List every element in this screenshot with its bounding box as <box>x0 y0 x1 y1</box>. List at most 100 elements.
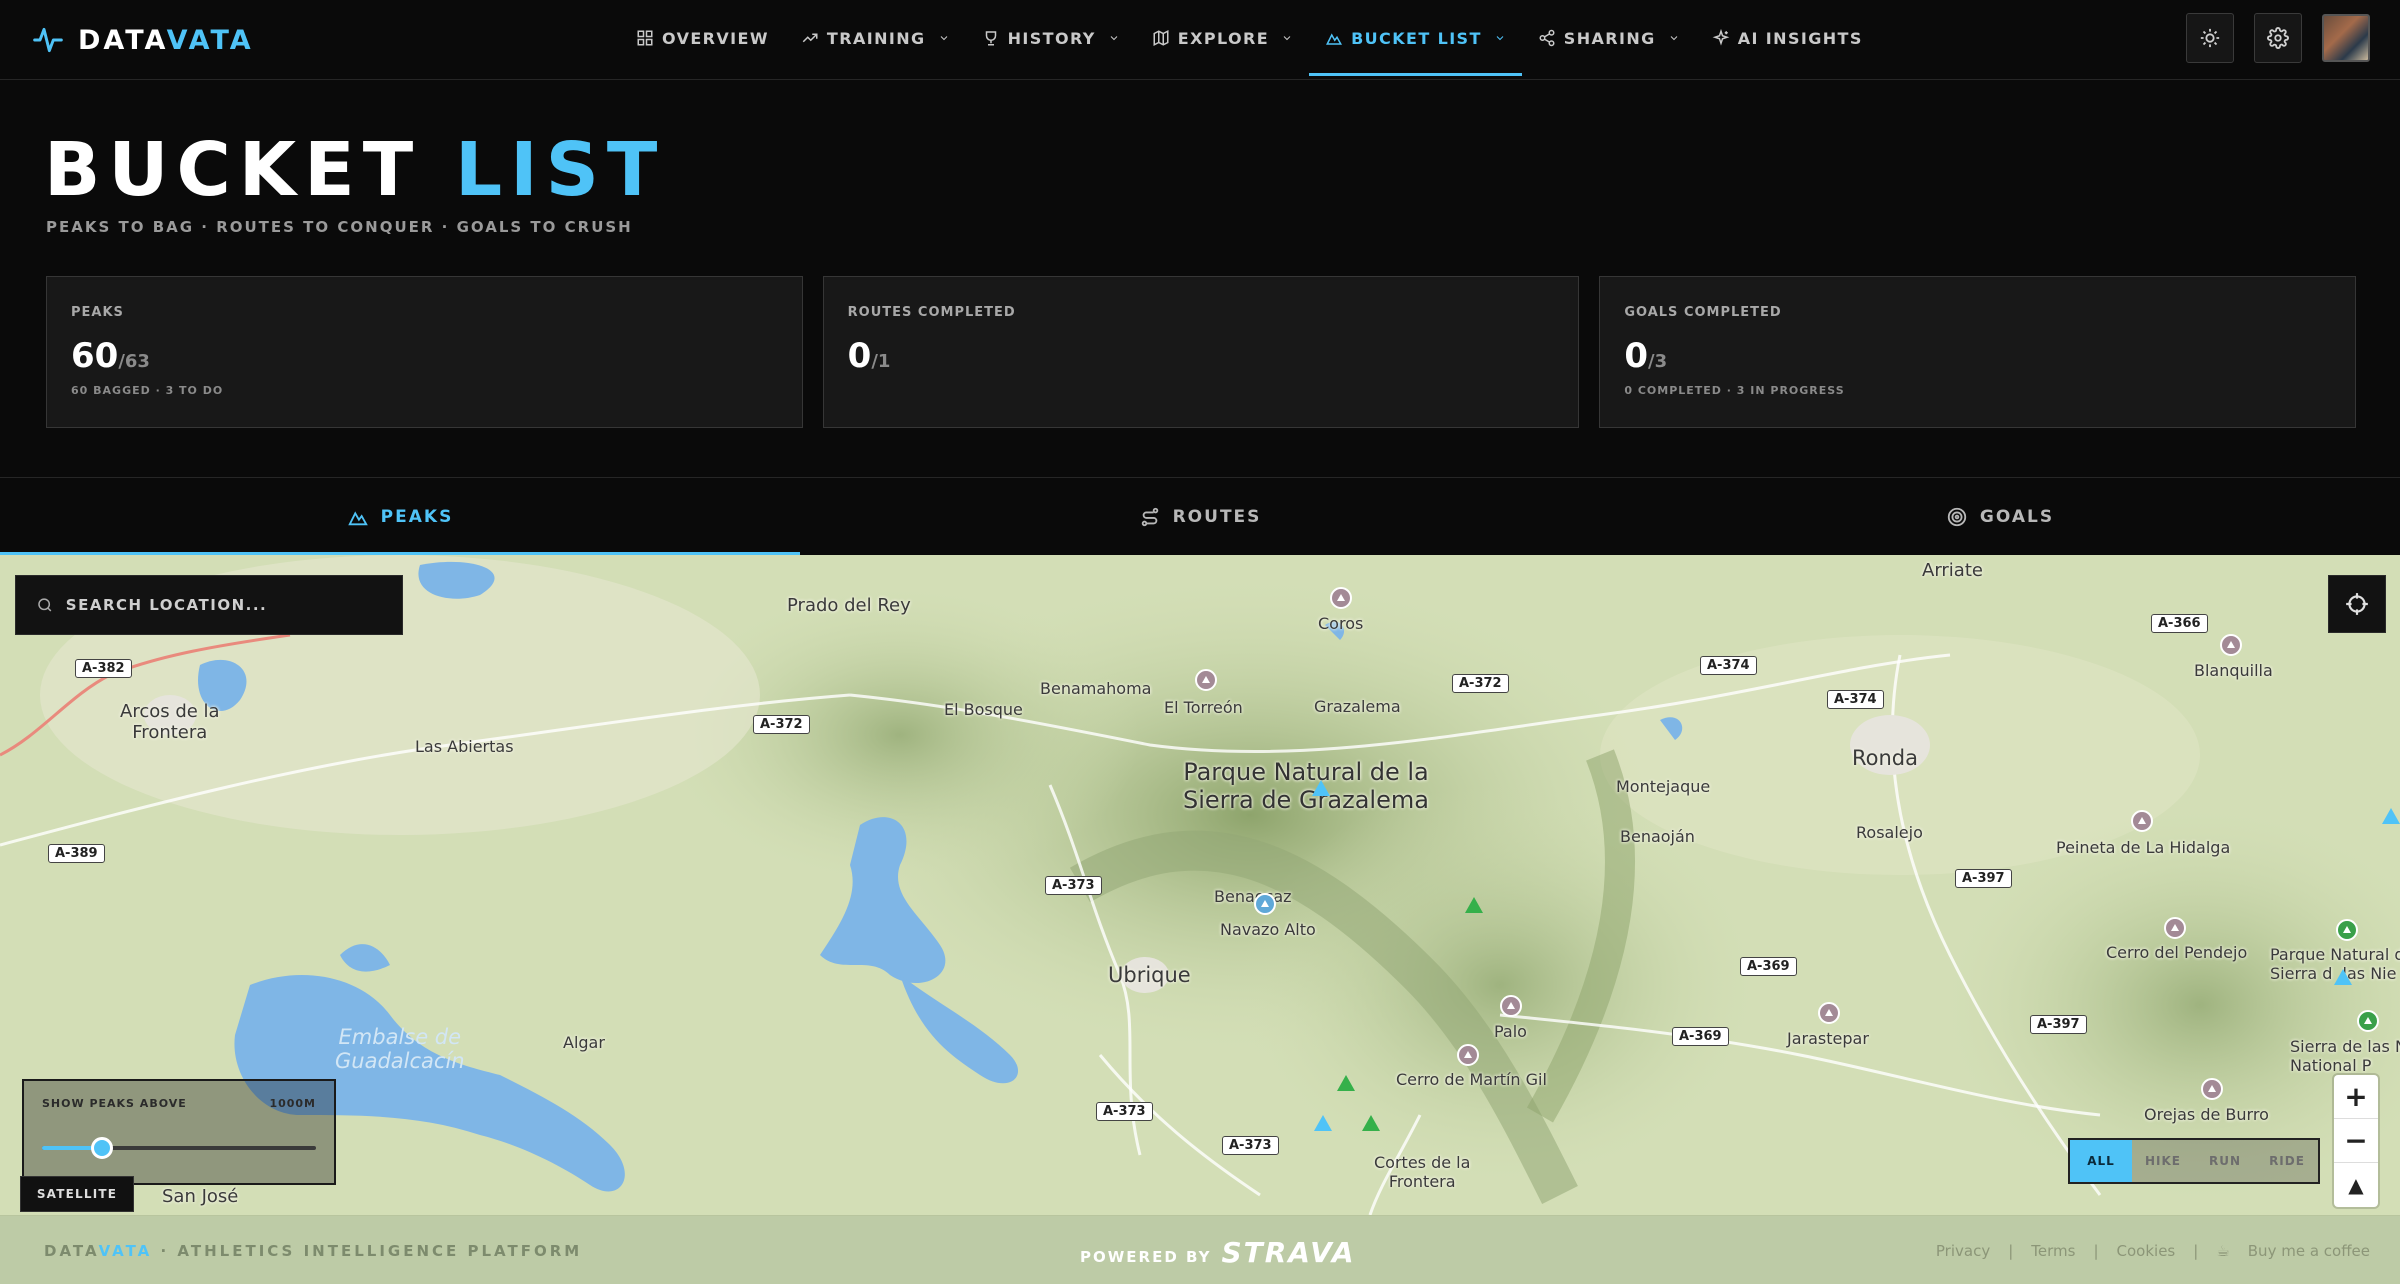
peak-marker[interactable] <box>1500 995 1522 1017</box>
sun-icon <box>2200 28 2220 48</box>
avatar[interactable] <box>2322 14 2370 62</box>
trending-up-icon <box>802 33 818 43</box>
peak-todo-marker[interactable] <box>1314 1115 1332 1131</box>
tab-peaks[interactable]: PEAKS <box>0 478 800 555</box>
map-icon <box>1153 30 1169 46</box>
nav-item-ai-insights[interactable]: AI INSIGHTS <box>1696 0 1879 76</box>
filter-all-button[interactable]: ALL <box>2070 1140 2132 1182</box>
peak-marker[interactable] <box>1330 587 1352 609</box>
park-marker[interactable] <box>2336 919 2358 941</box>
stat-label: PEAKS <box>71 305 124 320</box>
place-label: Rosalejo <box>1856 823 1923 842</box>
nav-item-training[interactable]: TRAINING <box>785 0 966 76</box>
chevron-down-icon <box>1110 36 1118 41</box>
stat-note: 60 BAGGED · 3 TO DO <box>71 384 224 397</box>
place-label: Orejas de Burro <box>2144 1105 2269 1124</box>
buy-me-a-coffee-link[interactable]: Buy me a coffee <box>2248 1242 2370 1260</box>
terms-link[interactable]: Terms <box>2031 1242 2075 1260</box>
peak-marker[interactable] <box>1457 1044 1479 1066</box>
place-label: Ubrique <box>1108 963 1191 987</box>
nav-item-history[interactable]: HISTORY <box>966 0 1136 76</box>
nav-item-label: BUCKET LIST <box>1351 28 1482 48</box>
strava-logo: STRAVA <box>1221 1236 1356 1269</box>
peak-marker[interactable] <box>1818 1002 1840 1024</box>
search-input[interactable] <box>65 596 382 614</box>
nav-item-explore[interactable]: EXPLORE <box>1136 0 1309 76</box>
tab-routes[interactable]: ROUTES <box>800 478 1600 555</box>
powered-by-label: POWERED BY <box>1080 1248 1212 1266</box>
road-shield: A-374 <box>1700 656 1757 675</box>
privacy-link[interactable]: Privacy <box>1936 1242 1990 1260</box>
place-label: Cerro del Pendejo <box>2106 943 2248 962</box>
place-label: Benaoján <box>1620 827 1695 846</box>
place-label: Algar <box>563 1033 605 1052</box>
place-label: Cortes de la Frontera <box>1374 1153 1471 1191</box>
filter-label: SHOW PEAKS ABOVE <box>42 1097 187 1110</box>
peak-bagged-marker[interactable] <box>1465 897 1483 913</box>
filter-run-button[interactable]: RUN <box>2194 1140 2256 1182</box>
peak-marker[interactable] <box>2201 1078 2223 1100</box>
search-icon <box>38 598 52 612</box>
peaks-map[interactable]: Prado del Rey Coros Arriate Arcos de la … <box>0 555 2400 1215</box>
peak-marker[interactable] <box>1195 669 1217 691</box>
chevron-down-icon <box>1496 36 1504 41</box>
place-label: Ronda <box>1852 746 1919 770</box>
filter-ride-button[interactable]: RIDE <box>2256 1140 2318 1182</box>
zoom-controls: + − ▲ <box>2334 1075 2378 1207</box>
locate-button[interactable] <box>2328 575 2386 633</box>
elevation-filter: SHOW PEAKS ABOVE 1000M <box>22 1079 336 1185</box>
nav-item-bucket-list[interactable]: BUCKET LIST <box>1309 0 1522 76</box>
stat-card-routes: ROUTES COMPLETED 0/1 <box>822 276 1580 428</box>
nav-item-label: EXPLORE <box>1177 28 1270 48</box>
peak-marker[interactable] <box>2164 917 2186 939</box>
peak-todo-marker[interactable] <box>1312 780 1330 796</box>
peak-bagged-marker[interactable] <box>1362 1115 1380 1131</box>
place-label: Parque Natural de la Sierra de Grazalema <box>1183 758 1429 814</box>
peak-todo-marker[interactable] <box>2334 969 2352 985</box>
settings-button[interactable] <box>2254 13 2302 63</box>
tab-label: PEAKS <box>380 506 454 527</box>
road-shield: A-369 <box>1740 957 1797 976</box>
footer-brand: DATAVATA · ATHLETICS INTELLIGENCE PLATFO… <box>44 1242 583 1260</box>
stat-value: 60/63 <box>71 336 150 376</box>
road-shield: A-397 <box>1955 869 2012 888</box>
nav-item-sharing[interactable]: SHARING <box>1522 0 1696 76</box>
place-label: Sierra de las N National P <box>2290 1037 2400 1075</box>
zoom-in-button[interactable]: + <box>2334 1075 2378 1119</box>
grid-icon <box>637 30 653 46</box>
park-marker[interactable] <box>2357 1010 2379 1032</box>
nav-item-label: OVERVIEW <box>662 28 769 48</box>
place-label: Blanquilla <box>2194 661 2273 680</box>
place-label: Coros <box>1318 614 1364 633</box>
brand-logo[interactable]: DATAVATA <box>32 20 254 60</box>
compass-button[interactable]: ▲ <box>2334 1163 2378 1207</box>
tab-goals[interactable]: GOALS <box>1600 478 2400 555</box>
chevron-down-icon <box>1670 36 1678 41</box>
activity-filter: ALL HIKE RUN RIDE <box>2068 1138 2320 1184</box>
peak-marker[interactable] <box>1254 893 1276 915</box>
peak-marker[interactable] <box>2220 634 2242 656</box>
powered-by-strava[interactable]: POWERED BY STRAVA <box>1080 1236 1356 1269</box>
peak-todo-marker[interactable] <box>2382 808 2400 824</box>
place-label: Embalse de Guadalcacín <box>335 1025 465 1073</box>
elevation-slider[interactable] <box>42 1137 316 1159</box>
zoom-out-button[interactable]: − <box>2334 1119 2378 1163</box>
place-label: El Torreón <box>1164 698 1243 717</box>
peak-marker[interactable] <box>2131 810 2153 832</box>
stats-row: PEAKS 60/63 60 BAGGED · 3 TO DO ROUTES C… <box>46 276 2357 428</box>
top-nav: DATAVATA OVERVIEW TRAINING HISTORY EXPLO… <box>0 0 2400 80</box>
road-shield: A-382 <box>75 659 132 678</box>
place-label: Cerro de Martín Gil <box>1396 1070 1547 1089</box>
satellite-toggle-button[interactable]: SATELLITE <box>20 1176 134 1212</box>
filter-hike-button[interactable]: HIKE <box>2132 1140 2194 1182</box>
route-icon <box>1141 507 1158 526</box>
theme-toggle-button[interactable] <box>2186 13 2234 63</box>
location-search[interactable] <box>15 575 403 635</box>
place-label: Benamahoma <box>1040 679 1152 698</box>
divider: | <box>2193 1242 2199 1260</box>
peak-bagged-marker[interactable] <box>1337 1075 1355 1091</box>
nav-item-overview[interactable]: OVERVIEW <box>620 0 785 76</box>
cookies-link[interactable]: Cookies <box>2117 1242 2176 1260</box>
slider-handle[interactable] <box>91 1137 114 1159</box>
road-shield: A-397 <box>2030 1015 2087 1034</box>
